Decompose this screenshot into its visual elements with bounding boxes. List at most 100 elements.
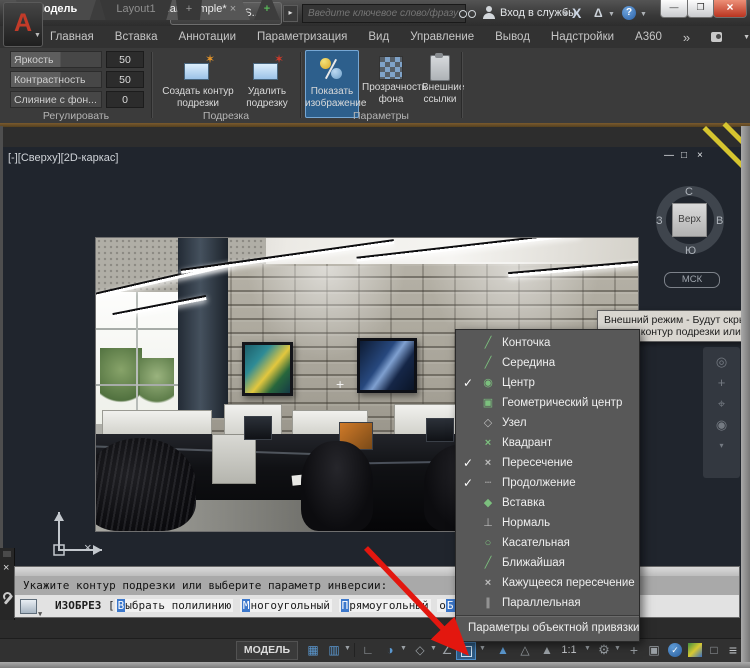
annotation-scale-icon[interactable]: ▲ <box>538 641 556 659</box>
tab-insert[interactable]: Вставка <box>115 31 158 43</box>
search-binoculars-icon[interactable] <box>459 10 467 18</box>
tab-parametric[interactable]: Параметризация <box>257 31 347 43</box>
workspace-gear-icon[interactable]: ⚙ <box>596 641 612 659</box>
layout-tab-new-icon[interactable]: + <box>176 0 202 20</box>
window-minimize-button[interactable]: — <box>660 0 688 18</box>
sign-in-caret-icon[interactable]: ▼ <box>562 11 569 18</box>
viewcube-south[interactable]: Ю <box>685 245 696 257</box>
tab-output[interactable]: Вывод <box>495 31 530 43</box>
window-close-button[interactable]: × <box>713 0 747 18</box>
commandline-wrench-icon[interactable] <box>3 592 13 606</box>
annotation-visibility-icon[interactable]: ▲ <box>494 641 512 659</box>
recent-commands-icon[interactable] <box>20 599 37 614</box>
viewcube-west[interactable]: З <box>656 215 663 227</box>
scale-caret-icon[interactable]: ▼ <box>584 645 591 652</box>
menu-item-osnap-settings[interactable]: Параметры объектной привязки... <box>456 618 639 638</box>
zoom-icon[interactable]: ⌖ <box>718 397 725 410</box>
palette-grip-icon[interactable] <box>3 551 11 557</box>
ribbon-state-caret-icon[interactable]: ▼ <box>743 34 750 41</box>
help-search-input[interactable] <box>302 4 466 23</box>
isolate-objects-icon[interactable]: ▣ <box>646 641 662 659</box>
customization-menu-icon[interactable]: ≡ <box>724 641 742 659</box>
external-references-button[interactable]: Внешниессылки <box>422 50 458 118</box>
performance-tuner-icon[interactable] <box>688 643 702 657</box>
menu-item-center[interactable]: ✓◉Центр <box>456 373 639 393</box>
option-polygonal[interactable]: Многоугольный <box>240 599 332 612</box>
annotation-scale-value[interactable]: 1:1 <box>556 641 582 659</box>
exchange-apps-icon[interactable]: X <box>572 5 581 21</box>
status-model-button[interactable]: МОДЕЛЬ <box>236 641 298 660</box>
doc-close-icon[interactable]: × <box>697 150 703 161</box>
viewcube-east[interactable]: В <box>716 215 723 227</box>
grid-icon[interactable]: ▦ <box>304 641 322 659</box>
fade-value[interactable]: 0 <box>106 91 144 108</box>
menu-item-extension[interactable]: ✓┄Продолжение <box>456 473 639 493</box>
clean-screen-icon[interactable]: □ <box>706 641 722 659</box>
workspace-caret-icon[interactable]: ▼ <box>614 645 621 652</box>
tab-home[interactable]: Главная <box>50 31 94 43</box>
panel-options-title[interactable]: Параметры <box>302 110 460 122</box>
menu-item-parallel[interactable]: ∥Параллельная <box>456 593 639 613</box>
menu-item-intersection[interactable]: ✓×Пересечение <box>456 453 639 473</box>
viewcube-north[interactable]: С <box>685 186 693 198</box>
tab-addins[interactable]: Надстройки <box>551 31 614 43</box>
viewport-controls-label[interactable]: [-][Сверху][2D-каркас] <box>8 152 118 164</box>
file-tab-close-icon[interactable]: × <box>230 3 236 15</box>
navigation-bar[interactable]: ◎ + ⌖ ◉ ▾ <box>703 347 740 478</box>
background-transparency-button[interactable]: Прозрачностьфона <box>362 50 420 118</box>
menu-item-endpoint[interactable]: ╱Конточка <box>456 333 639 353</box>
option-select-polyline[interactable]: Выбрать полилинию <box>115 599 234 612</box>
show-image-button[interactable]: Показатьизображение <box>305 50 359 118</box>
snap-icon[interactable]: ▥ <box>326 641 342 659</box>
orbit-icon[interactable]: ◉ <box>716 418 727 431</box>
steering-wheel-icon[interactable]: ◎ <box>716 355 727 368</box>
brightness-value[interactable]: 50 <box>106 51 144 68</box>
search-binoculars-icon2[interactable] <box>468 10 476 18</box>
panel-clip-title[interactable]: Подрезка <box>154 110 298 122</box>
help-caret-icon[interactable]: ▼ <box>640 11 647 18</box>
autodesk-app-icon[interactable]: Δ <box>594 6 603 20</box>
menu-item-midpoint[interactable]: ╱Середина <box>456 353 639 373</box>
plus-tray-icon[interactable]: + <box>626 641 642 659</box>
menu-item-insertion[interactable]: ◆Вставка <box>456 493 639 513</box>
remove-clipping-button[interactable]: ✶ Удалитьподрезку <box>240 50 294 109</box>
brightness-slider[interactable]: Яркость 50 <box>10 51 146 68</box>
tab-a360[interactable]: A360 <box>635 31 662 43</box>
menu-item-quadrant[interactable]: ×Квадрант <box>456 433 639 453</box>
hardware-acceleration-icon[interactable]: ✓ <box>668 643 682 657</box>
fade-slider[interactable]: Слияние с фон... 0 <box>10 91 146 108</box>
window-maximize-button[interactable]: ❐ <box>687 0 714 18</box>
menu-item-tangent[interactable]: ○Касательная <box>456 533 639 553</box>
help-icon[interactable]: ? <box>622 6 636 20</box>
create-clip-boundary-button[interactable]: ✶ Создать контурподрезки <box>158 50 238 109</box>
menu-item-nearest[interactable]: ╱Ближайшая <box>456 553 639 573</box>
wcs-button[interactable]: МСК <box>664 272 720 288</box>
commandline-close-icon[interactable]: × <box>3 562 9 574</box>
tab-manage[interactable]: Управление <box>410 31 474 43</box>
tab-view[interactable]: Вид <box>368 31 389 43</box>
menu-item-node[interactable]: ◇Узел <box>456 413 639 433</box>
autoscale-icon[interactable]: △ <box>516 641 534 659</box>
camera-icon[interactable] <box>711 32 722 42</box>
autodesk-app-caret-icon[interactable]: ▼ <box>608 11 615 18</box>
menu-item-geometric-center[interactable]: ▣Геометрический центр <box>456 393 639 413</box>
contrast-value[interactable]: 50 <box>106 71 144 88</box>
tab-annotate[interactable]: Аннотации <box>179 31 236 43</box>
doc-restore-icon[interactable]: □ <box>681 150 687 161</box>
layout-tab-layout1[interactable]: Layout1 <box>100 0 172 20</box>
navbar-caret-icon[interactable]: ▾ <box>719 439 723 452</box>
contrast-slider[interactable]: Контрастность 50 <box>10 71 146 88</box>
doc-title-expand-icon[interactable]: ▸ <box>283 5 298 22</box>
recent-commands-caret-icon[interactable]: ▼ <box>38 603 42 617</box>
pan-icon[interactable]: + <box>718 376 726 389</box>
commandline-titlebar[interactable]: × <box>0 548 15 620</box>
app-menu-button[interactable]: A <box>3 2 43 47</box>
object-snap-caret-icon[interactable]: ▼ <box>479 645 486 652</box>
doc-minimize-icon[interactable]: — <box>664 150 674 161</box>
tab-overflow-chevron-icon[interactable]: » <box>683 30 690 45</box>
menu-item-perpendicular[interactable]: ⊥Нормаль <box>456 513 639 533</box>
snap-caret-icon[interactable]: ▼ <box>344 645 351 652</box>
panel-adjust-title[interactable]: Регулировать <box>4 110 148 122</box>
viewcube-top-face[interactable]: Верх <box>672 203 707 237</box>
menu-item-apparent-intersection[interactable]: ×Кажущееся пересечение <box>456 573 639 593</box>
